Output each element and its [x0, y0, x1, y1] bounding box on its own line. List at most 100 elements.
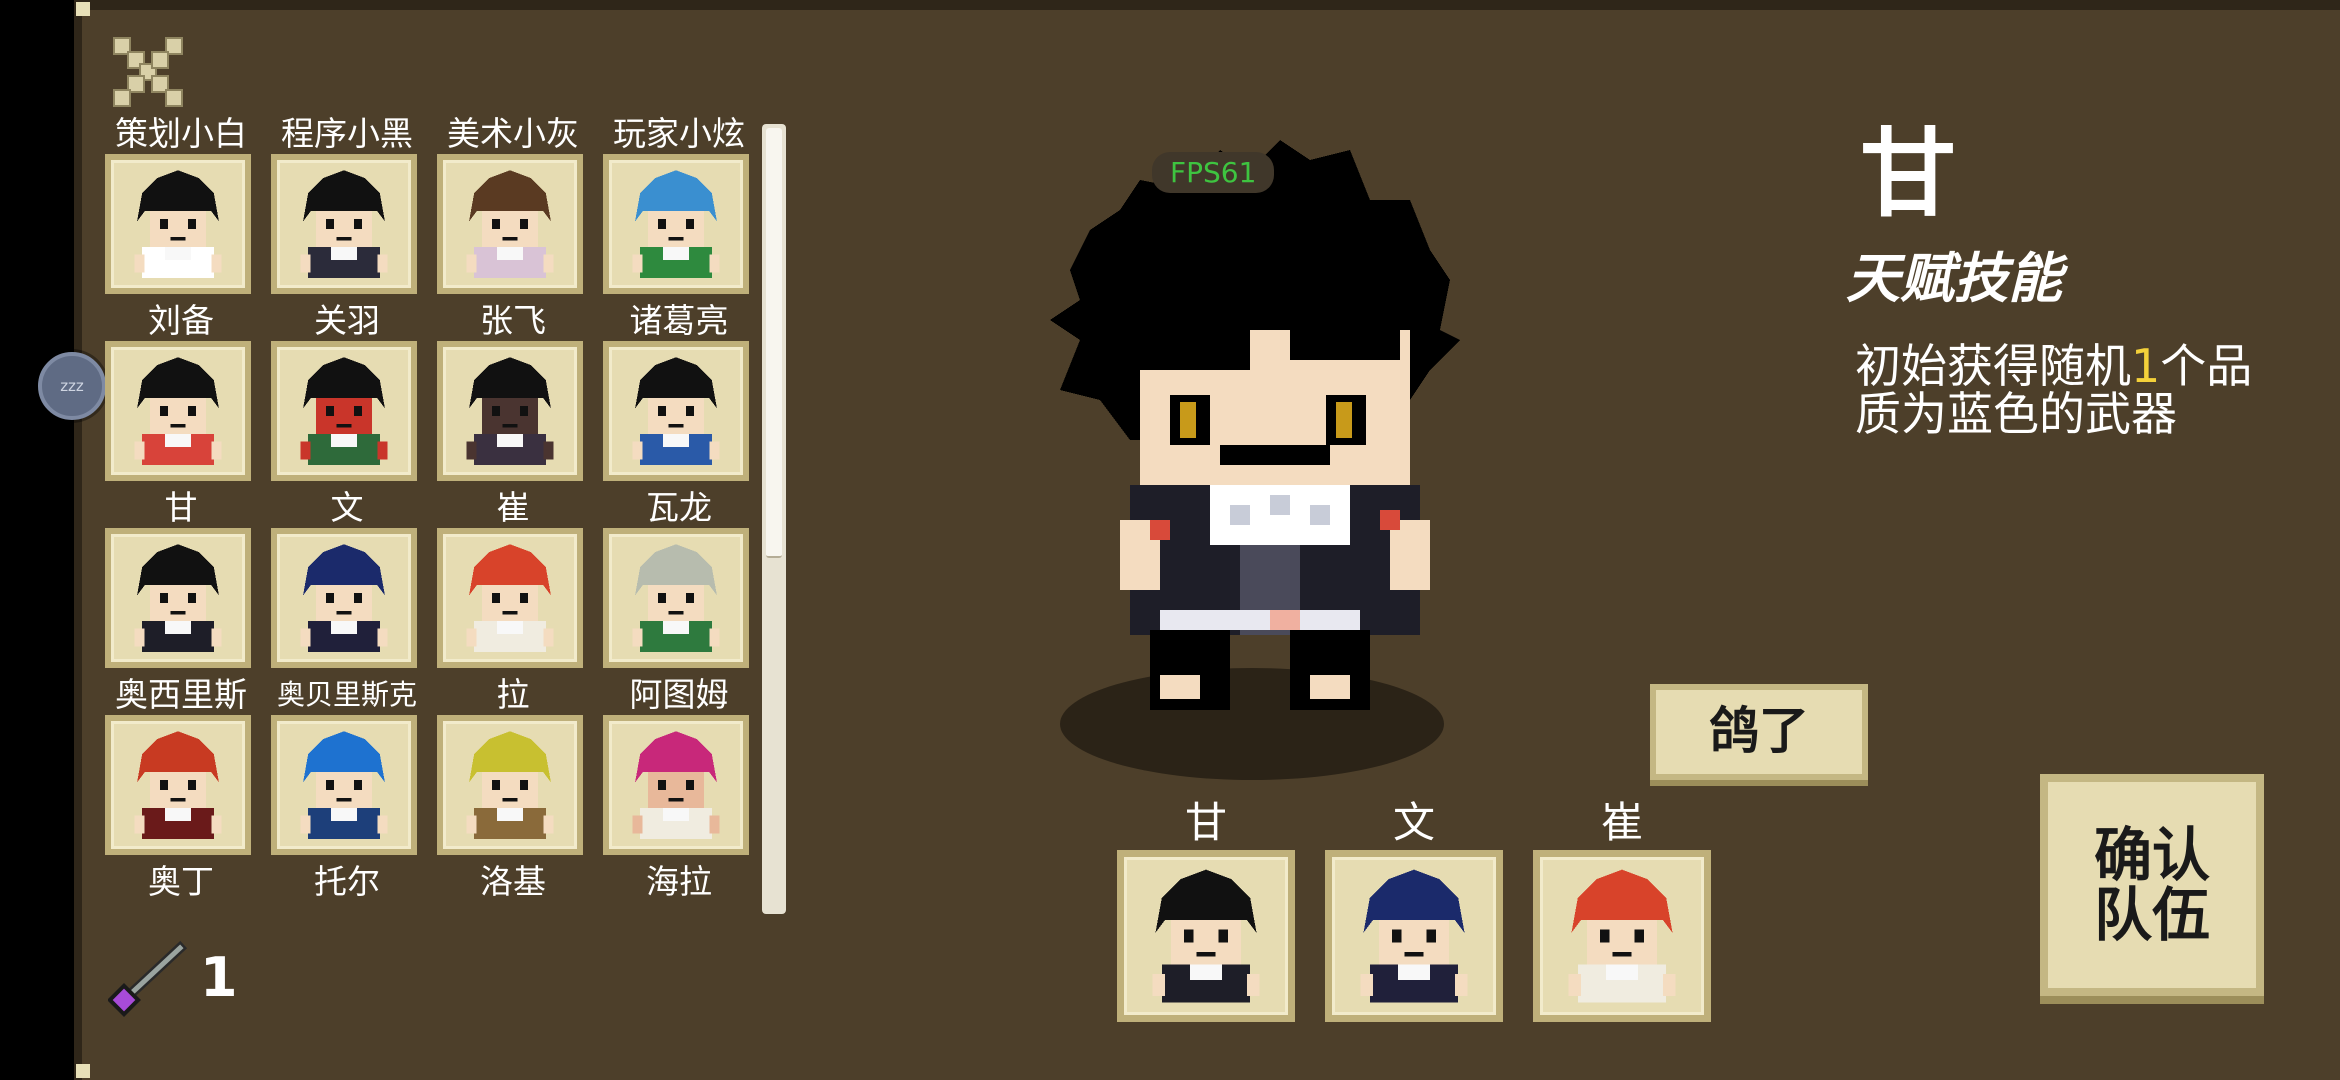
character-portrait-icon [632, 544, 720, 652]
roster-item-name: 美术小灰 [447, 114, 579, 153]
roster-item-portrait[interactable] [603, 341, 749, 481]
roster-item-portrait[interactable] [437, 154, 583, 294]
talent-description: 初始获得随机1个品质为蓝色的武器 [1855, 342, 2275, 438]
roster-item[interactable]: 瓦龙 [596, 484, 762, 670]
character-portrait-icon [300, 357, 388, 465]
character-portrait-icon [134, 544, 222, 652]
roster-item-portrait[interactable] [437, 341, 583, 481]
roster-item-name: 刘备 [148, 301, 214, 340]
panel-corner [76, 2, 90, 16]
roster-item[interactable]: 奥西里斯 [98, 671, 264, 857]
roster-item-name: 关羽 [314, 301, 380, 340]
roster-item[interactable]: 洛基 [430, 858, 596, 1044]
roster-item-name: 托尔 [314, 862, 380, 901]
roster-item-name: 程序小黑 [281, 114, 413, 153]
roster-item-portrait[interactable] [105, 528, 251, 668]
character-portrait-icon [1568, 869, 1676, 1003]
wand-count: 1 [200, 946, 238, 1009]
team-slot-name: 崔 [1600, 798, 1643, 847]
roster-item-portrait[interactable] [271, 341, 417, 481]
character-portrait-icon [466, 170, 554, 278]
scrollbar-thumb[interactable] [766, 128, 782, 558]
character-portrait-icon [300, 544, 388, 652]
roster-item-name: 文 [330, 488, 364, 527]
team-slot-name: 甘 [1184, 798, 1227, 847]
roster-item-name: 拉 [496, 675, 530, 714]
roster-item[interactable]: 美术小灰 [430, 110, 596, 296]
roster-item-portrait[interactable] [271, 528, 417, 668]
roster-item[interactable]: 甘 [98, 484, 264, 670]
roster-item-name: 奥西里斯 [115, 675, 247, 714]
character-portrait-icon [1152, 869, 1260, 1003]
roster-item-name: 玩家小炫 [613, 114, 745, 153]
close-button[interactable] [110, 34, 186, 110]
team-slot-name: 文 [1392, 798, 1435, 847]
roster-item[interactable]: 张飞 [430, 297, 596, 483]
wand-icon [107, 936, 192, 1020]
roster-item-portrait[interactable] [437, 528, 583, 668]
character-portrait-icon [134, 170, 222, 278]
talent-desc-number: 1 [2131, 339, 2161, 393]
character-portrait-icon [134, 731, 222, 839]
roster-item-name: 策划小白 [115, 114, 247, 153]
character-portrait-icon [134, 357, 222, 465]
character-portrait-icon [466, 731, 554, 839]
roster-item-name: 瓦龙 [646, 488, 712, 527]
team-slot-portrait[interactable] [1117, 850, 1295, 1022]
character-portrait-icon [632, 731, 720, 839]
roster-item-name: 海拉 [646, 862, 712, 901]
talent-desc-text: 初始获得随机 [1855, 339, 2131, 393]
panel-corner [76, 1064, 90, 1078]
roster-item[interactable]: 拉 [430, 671, 596, 857]
roster-item[interactable]: 刘备 [98, 297, 264, 483]
character-roster: 策划小白 程序小黑 美术小灰 玩家小炫刘备 关羽 张飞 诸葛亮甘 文 崔 瓦龙奥西里斯 奥贝里斯克 拉… [98, 114, 758, 918]
roster-item-portrait[interactable] [603, 715, 749, 855]
character-portrait-icon [632, 170, 720, 278]
roster-item-portrait[interactable] [271, 154, 417, 294]
talent-title: 天赋技能 [1846, 247, 2062, 310]
roster-item[interactable]: 阿图姆 [596, 671, 762, 857]
roster-item[interactable]: 托尔 [264, 858, 430, 1044]
character-portrait-icon [300, 170, 388, 278]
team-slot[interactable]: 文 [1325, 800, 1503, 1026]
selected-character-sprite [1050, 140, 1490, 740]
team-slot-portrait[interactable] [1325, 850, 1503, 1022]
confirm-team-button[interactable]: 确认队伍 [2040, 774, 2264, 996]
roster-item-name: 崔 [496, 488, 530, 527]
selected-hero-name: 甘 [1860, 118, 1956, 230]
roster-item[interactable]: 崔 [430, 484, 596, 670]
roster-item[interactable]: 程序小黑 [264, 110, 430, 296]
roster-item-portrait[interactable] [105, 341, 251, 481]
roster-item-name: 诸葛亮 [629, 301, 729, 340]
roster-item-name: 洛基 [480, 862, 546, 901]
character-portrait-icon [300, 731, 388, 839]
confirm-team-label: 确认队伍 [2093, 821, 2210, 949]
team-slot-portrait[interactable] [1533, 850, 1711, 1022]
roster-scrollbar[interactable] [762, 124, 786, 914]
roster-item-name: 阿图姆 [629, 675, 729, 714]
floating-sleep-badge[interactable]: zzz [38, 352, 106, 420]
roster-item[interactable]: 策划小白 [98, 110, 264, 296]
roster-item-portrait[interactable] [437, 715, 583, 855]
roster-item-portrait[interactable] [105, 154, 251, 294]
roster-item[interactable]: 奥贝里斯克 [264, 671, 430, 857]
roster-item-portrait[interactable] [271, 715, 417, 855]
roster-item-name: 甘 [164, 488, 198, 527]
close-icon [113, 37, 183, 107]
roster-item[interactable]: 海拉 [596, 858, 762, 1044]
character-portrait-icon [466, 357, 554, 465]
team-slot[interactable]: 甘 [1117, 800, 1295, 1026]
roster-item[interactable]: 关羽 [264, 297, 430, 483]
roster-item[interactable]: 玩家小炫 [596, 110, 762, 296]
team-slot[interactable]: 崔 [1533, 800, 1711, 1026]
roster-item-portrait[interactable] [603, 154, 749, 294]
character-portrait-icon [632, 357, 720, 465]
roster-item-portrait[interactable] [105, 715, 251, 855]
roster-item-portrait[interactable] [603, 528, 749, 668]
skip-button[interactable]: 鸽了 [1650, 684, 1868, 780]
roster-item[interactable]: 诸葛亮 [596, 297, 762, 483]
character-portrait-icon [1360, 869, 1468, 1003]
roster-item-name: 奥贝里斯克 [276, 678, 417, 711]
roster-item[interactable]: 文 [264, 484, 430, 670]
roster-item-name: 张飞 [480, 301, 546, 340]
